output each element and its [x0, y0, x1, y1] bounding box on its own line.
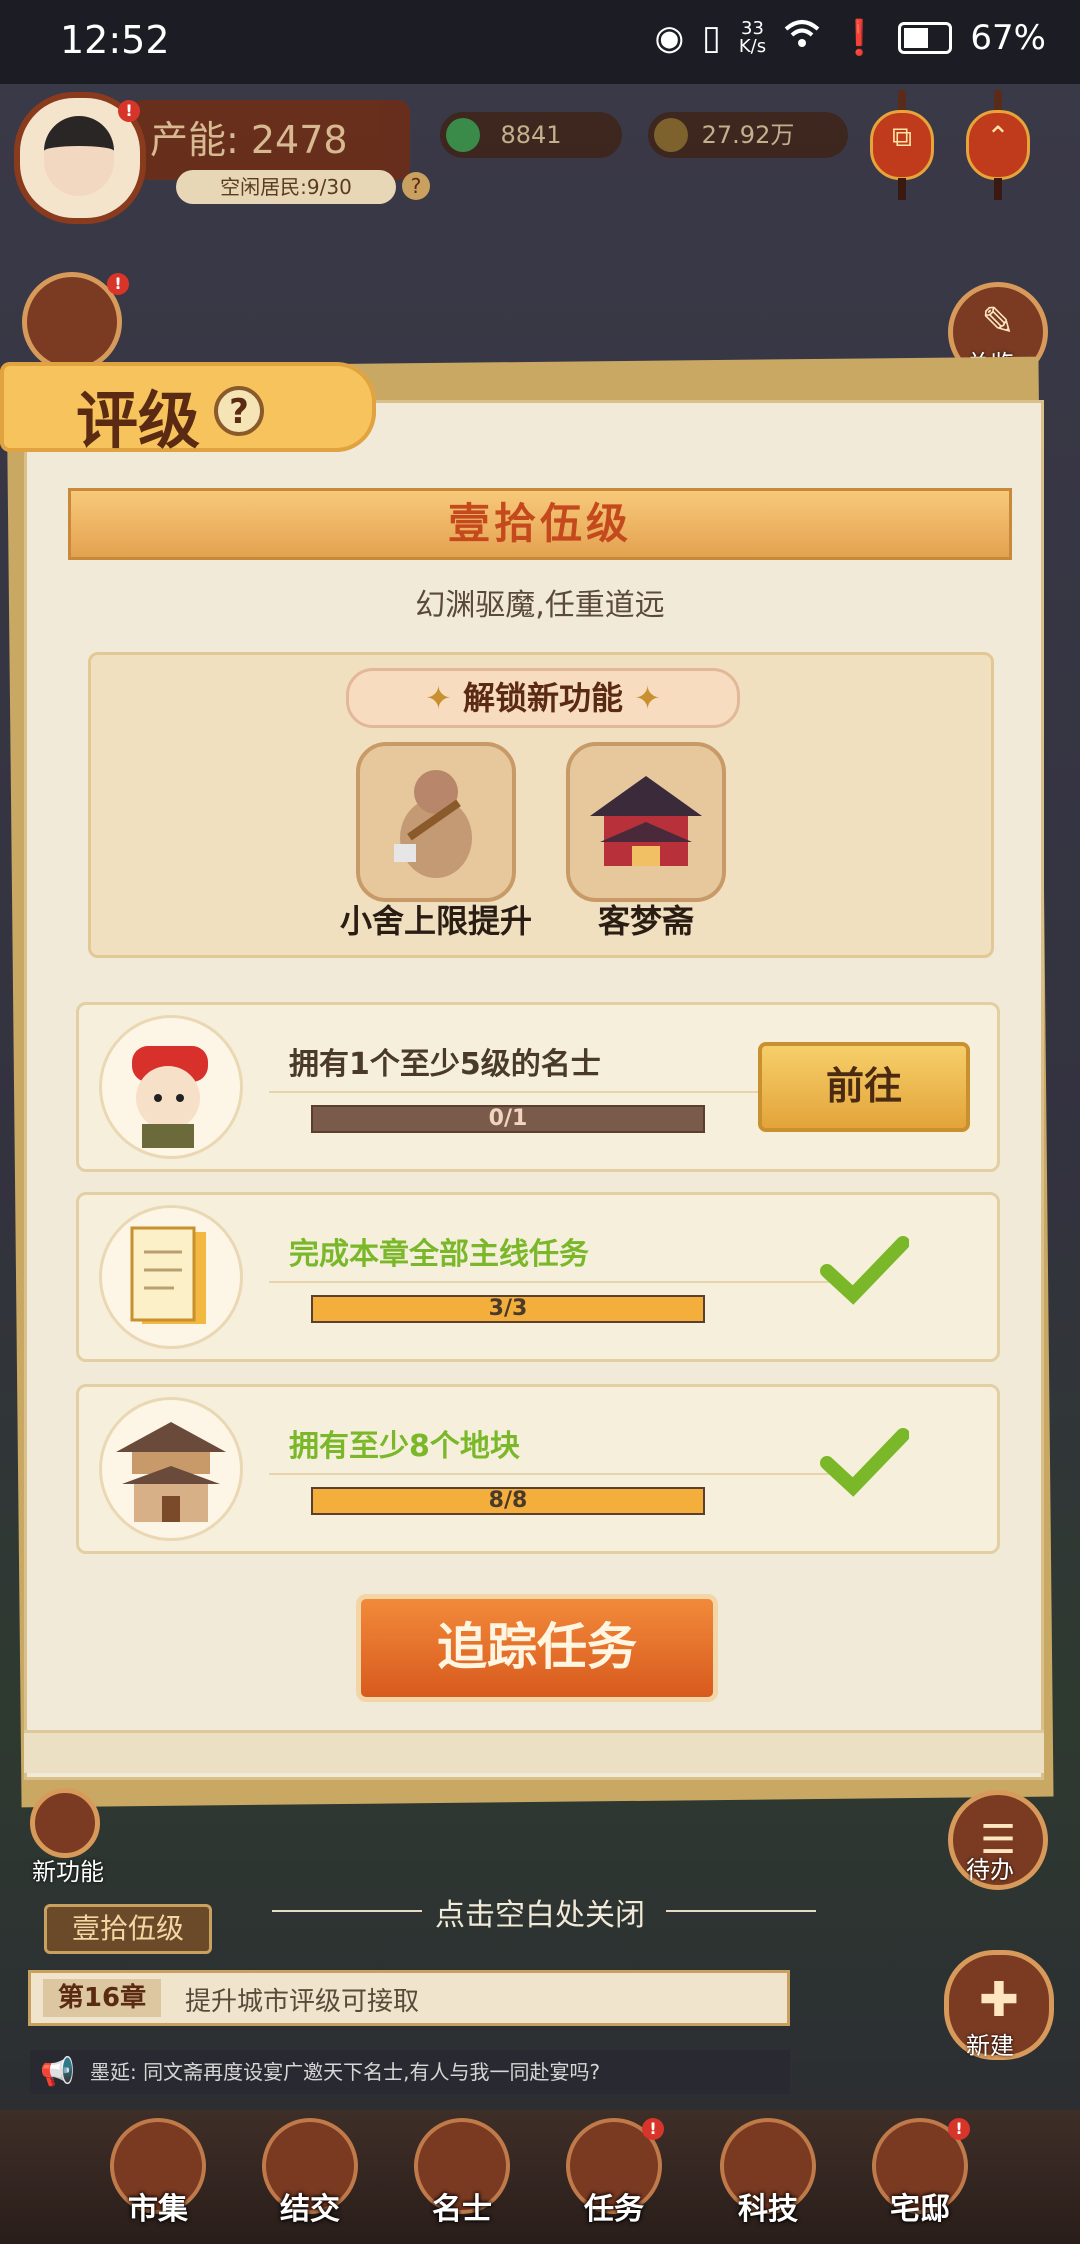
help-icon[interactable]: ?	[214, 386, 264, 436]
chevron-up-icon: ⌃	[986, 120, 1010, 153]
lantern-menu-button[interactable]: ⧉	[870, 90, 934, 200]
building-icon[interactable]	[566, 742, 726, 902]
level-subtitle: 幻渊驱魔,任重道远	[415, 588, 665, 623]
task-text: 拥有至少8个地块	[289, 1429, 520, 1464]
nav-label: 名士	[432, 2192, 492, 2227]
task-text: 拥有1个至少5级的名士	[289, 1047, 601, 1082]
panel-title-tab: 评级	[0, 362, 376, 457]
panel-footer-pattern	[24, 1730, 1044, 1773]
nav-scholars[interactable]: 名士	[402, 2118, 522, 2238]
build-label: 新建	[966, 2032, 1014, 2060]
nav-tasks[interactable]: ! 任务	[554, 2118, 674, 2238]
task-row: 拥有至少8个地块 8/8	[76, 1384, 1000, 1554]
nav-label: 结交	[280, 2192, 340, 2227]
checkmark-icon	[820, 1428, 909, 1497]
task-divider	[269, 1281, 829, 1283]
status-time: 12:52	[60, 18, 170, 62]
close-hint: 点击空白处关闭	[435, 1898, 645, 1933]
alert-icon: ❗	[838, 18, 881, 58]
notification-dot-icon: !	[642, 2118, 664, 2140]
chapter-hint: 提升城市评级可接取	[185, 1987, 420, 2017]
level-banner: 壹拾伍级	[68, 488, 1012, 560]
status-icons: ◉ ▯ 33 K/s ❗ 67%	[654, 18, 1046, 58]
go-button[interactable]: 前往	[758, 1042, 970, 1132]
nav-residence[interactable]: ! 宅邸	[860, 2118, 980, 2238]
coin-icon	[654, 118, 688, 152]
sparkle-icon: ✦	[634, 679, 661, 717]
task-row: 完成本章全部主线任务 3/3	[76, 1192, 1000, 1362]
task-progress-bar: 3/3	[311, 1295, 705, 1323]
wifi-icon	[784, 18, 820, 58]
notification-dot-icon: !	[948, 2118, 970, 2140]
checkmark-icon	[820, 1236, 909, 1305]
task-progress-label: 3/3	[488, 1296, 528, 1321]
broadcast-bar[interactable]: 📢 墨延: 同文斋再度设宴广邀天下名士,有人与我一同赴宴吗?	[30, 2050, 790, 2094]
new-feature-label: 新功能	[32, 1858, 104, 1886]
task-progress-label: 0/1	[488, 1106, 528, 1131]
plus-icon: ✚	[978, 1972, 1020, 2028]
nav-label: 市集	[128, 2192, 188, 2227]
todo-label: 待办	[966, 1856, 1014, 1884]
task-divider	[269, 1091, 829, 1093]
pavilion-icon	[99, 1397, 243, 1541]
status-bar: 12:52 ◉ ▯ 33 K/s ❗ 67%	[0, 0, 1080, 84]
megaphone-icon: 📢	[40, 2055, 75, 2088]
task-divider	[269, 1473, 829, 1475]
network-speed: 33 K/s	[738, 18, 767, 57]
coin-counter: 27.92万	[648, 112, 848, 158]
capacity-display: 产能: 2478	[130, 100, 410, 180]
unlock-label-cottage: 小舍上限提升	[339, 902, 532, 940]
event-side-button[interactable]: !	[22, 272, 129, 372]
nav-label: 任务	[584, 2192, 644, 2227]
jade-icon	[446, 118, 480, 152]
switch-icon: ⧉	[892, 120, 912, 153]
chapter-number: 第16章	[43, 1979, 161, 2017]
new-feature-button[interactable]	[30, 1788, 100, 1858]
coin-value: 27.92万	[701, 121, 795, 149]
level-banner-text: 壹拾伍级	[447, 499, 632, 548]
scholar-icon	[99, 1015, 243, 1159]
sparkle-icon: ✦	[425, 679, 452, 717]
nav-tech[interactable]: 科技	[708, 2118, 828, 2238]
notification-dot-icon: !	[107, 273, 129, 295]
broadcast-text: 墨延: 同文斋再度设宴广邀天下名士,有人与我一同赴宴吗?	[90, 2060, 601, 2084]
vibrate-icon: ▯	[702, 18, 721, 58]
nav-market[interactable]: 市集	[98, 2118, 218, 2238]
lantern-collapse-button[interactable]: ⌃	[966, 90, 1030, 200]
jade-counter: 8841	[440, 112, 622, 158]
cottage-axe-icon[interactable]	[356, 742, 516, 902]
task-progress-label: 8/8	[488, 1488, 528, 1513]
idle-help-icon[interactable]: ?	[402, 172, 430, 200]
notification-dot-icon: !	[118, 100, 140, 122]
city-level-tag[interactable]: 壹拾伍级	[44, 1904, 212, 1954]
task-progress-bar: 0/1	[311, 1105, 705, 1133]
unlock-label-building: 客梦斋	[597, 902, 694, 940]
task-text: 完成本章全部主线任务	[289, 1237, 589, 1272]
chapter-bar[interactable]: 第16章 提升城市评级可接取	[28, 1970, 790, 2026]
nav-label: 宅邸	[890, 2192, 950, 2227]
notebook-icon: ✎	[981, 299, 1015, 345]
battery-icon	[898, 22, 953, 54]
nav-label: 科技	[738, 2192, 798, 2227]
scroll-icon	[99, 1205, 243, 1349]
eye-icon: ◉	[654, 18, 685, 58]
idle-residents: 空闲居民:9/30	[176, 170, 396, 204]
nav-social[interactable]: 结交	[250, 2118, 370, 2238]
panel-title: 评级	[76, 384, 201, 457]
task-progress-bar: 8/8	[311, 1487, 705, 1515]
track-task-button[interactable]: 追踪任务	[356, 1594, 718, 1702]
battery-percent: 67%	[970, 18, 1046, 58]
unlock-title: ✦ 解锁新功能 ✦	[346, 668, 740, 728]
player-avatar[interactable]: !	[14, 92, 146, 224]
jade-value: 8841	[500, 121, 562, 149]
unlock-title-text: 解锁新功能	[462, 679, 623, 717]
